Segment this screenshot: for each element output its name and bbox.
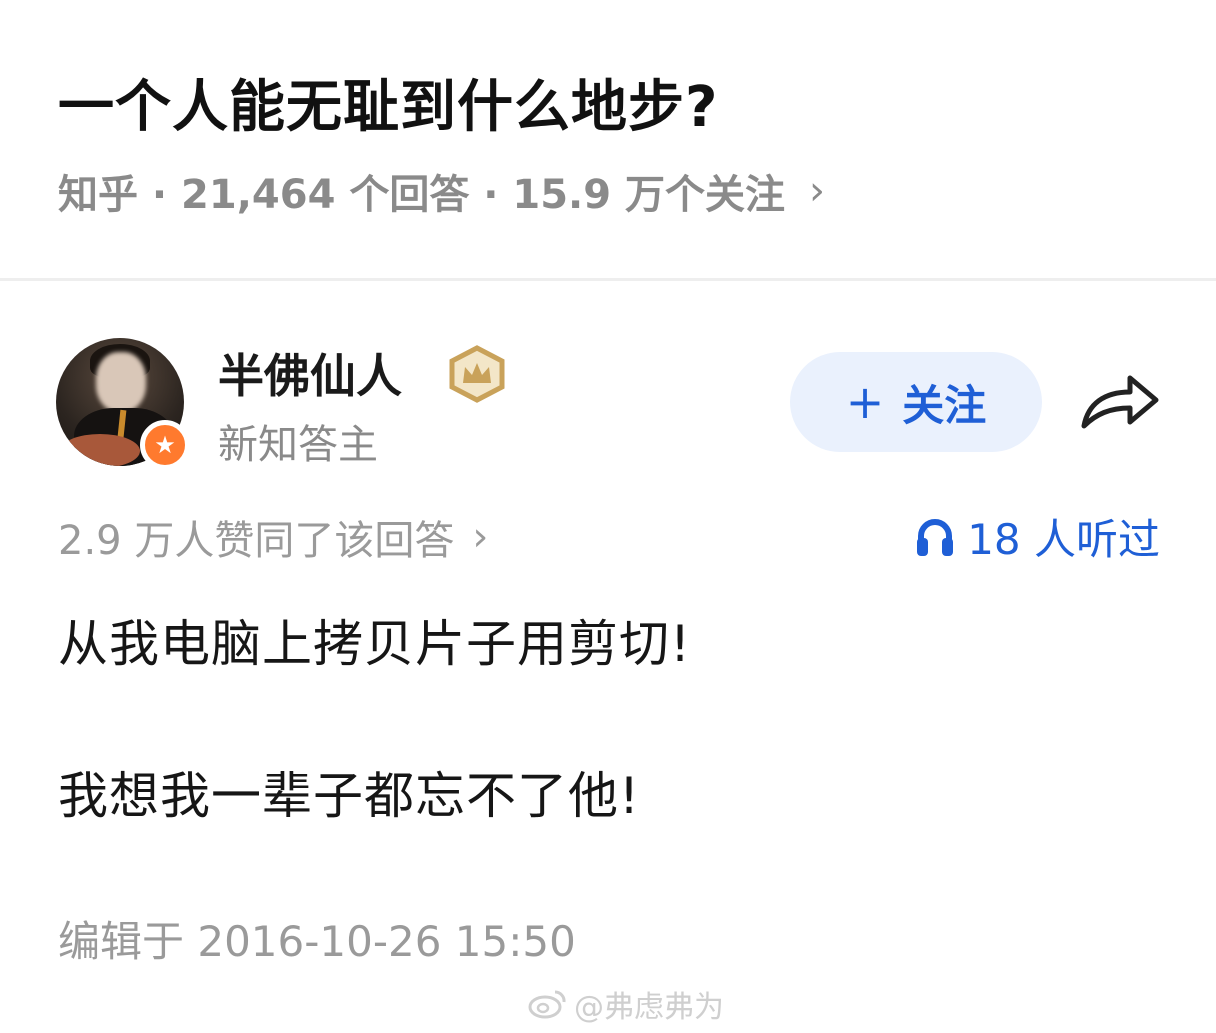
section-divider	[0, 278, 1216, 281]
watermark: @弗虑弗为	[528, 982, 724, 1026]
plus-icon: +	[845, 375, 885, 429]
question-meta-text: 知乎 · 21,464 个回答 · 15.9 万个关注	[58, 172, 785, 218]
edited-timestamp: 编辑于 2016-10-26 15:50	[58, 917, 576, 966]
author-subtitle: 新知答主	[218, 422, 378, 468]
watermark-text: @弗虑弗为	[574, 990, 724, 1025]
share-arrow-icon[interactable]	[1074, 360, 1164, 444]
votes-text: 2.9 万人赞同了该回答	[58, 518, 455, 564]
follow-button[interactable]: + 关注	[790, 352, 1042, 452]
question-title[interactable]: 一个人能无耻到什么地步?	[58, 62, 718, 143]
author-name[interactable]: 半佛仙人	[218, 340, 402, 406]
chevron-right-icon: ›	[809, 168, 825, 214]
crown-badge-icon	[449, 345, 505, 403]
question-meta[interactable]: 知乎 · 21,464 个回答 · 15.9 万个关注 ›	[58, 162, 825, 220]
star-badge-icon: ★	[140, 420, 190, 470]
weibo-logo-icon	[528, 990, 566, 1019]
chevron-right-icon: ›	[472, 514, 489, 560]
follow-label: 关注	[902, 380, 987, 430]
answer-page: 一个人能无耻到什么地步? 知乎 · 21,464 个回答 · 15.9 万个关注…	[0, 0, 1216, 1033]
listen-text: 18 人听过	[967, 515, 1160, 564]
listen-count[interactable]: 18 人听过	[915, 506, 1160, 567]
headphones-icon	[917, 518, 954, 556]
answer-line-2: 我想我一辈子都忘不了他!	[58, 767, 641, 825]
votes-summary[interactable]: 2.9 万人赞同了该回答 ›	[58, 508, 488, 566]
answer-line-1: 从我电脑上拷贝片子用剪切!	[58, 615, 692, 673]
